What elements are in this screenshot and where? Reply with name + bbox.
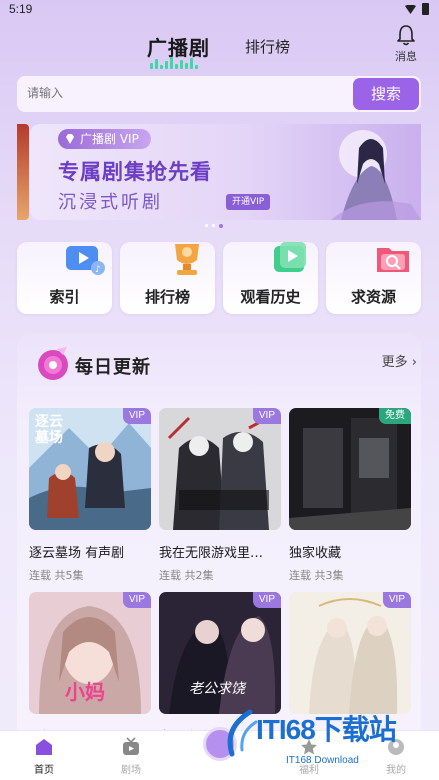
site-watermark: ITI68下载站 IT168 Download bbox=[214, 700, 439, 770]
cover-text: 逐云 墓场 bbox=[35, 414, 63, 446]
page-dot bbox=[205, 224, 208, 227]
video-icon: ♪ bbox=[66, 246, 105, 275]
watermark-subtext: IT168 Download bbox=[286, 755, 359, 766]
tab-rank[interactable]: 排行榜 bbox=[245, 36, 290, 57]
drama-cover: 免费 bbox=[289, 408, 411, 530]
status-time: 5:19 bbox=[9, 2, 33, 16]
quick-label: 观看历史 bbox=[240, 288, 301, 306]
vip-tag: VIP bbox=[382, 592, 411, 608]
cover-art bbox=[289, 408, 411, 530]
quick-label: 求资源 bbox=[350, 288, 396, 306]
nav-drama[interactable]: 剧场 bbox=[111, 737, 151, 776]
quick-entries: ♪ 索引 排行榜 观看历史 求资源 bbox=[17, 242, 421, 314]
status-bar: 5:19 bbox=[0, 0, 439, 20]
banner-slide[interactable]: 广播剧 VIP 专属剧集抢先看 沉浸式听剧 开通VIP bbox=[30, 124, 421, 220]
drama-card[interactable]: VIP bbox=[289, 592, 411, 714]
drama-title: 我在无限游戏里… bbox=[159, 546, 264, 561]
banner-page-dots bbox=[205, 223, 223, 228]
quick-item-history[interactable]: 观看历史 bbox=[223, 242, 318, 314]
banner-badge: 广播剧 VIP bbox=[58, 129, 151, 149]
drama-cover: 老公求饶 VIP bbox=[159, 592, 281, 714]
banner-carousel[interactable]: 广播剧 VIP 专属剧集抢先看 沉浸式听剧 开通VIP bbox=[17, 124, 421, 220]
quick-item-rank[interactable]: 排行榜 bbox=[120, 242, 215, 314]
more-label: 更多 bbox=[381, 355, 408, 370]
cover-art bbox=[289, 592, 411, 714]
tv-icon bbox=[123, 737, 139, 755]
nav-home[interactable]: 首页 bbox=[24, 737, 64, 776]
search-button[interactable]: 搜索 bbox=[353, 78, 419, 110]
vip-tag: VIP bbox=[122, 408, 151, 424]
top-header: 广播剧 排行榜 消息 bbox=[0, 24, 439, 69]
message-button[interactable]: 消息 bbox=[391, 24, 421, 64]
watermark-logo-icon bbox=[227, 709, 258, 757]
banner-subtitle: 沉浸式听剧 bbox=[58, 192, 163, 213]
message-label: 消息 bbox=[395, 50, 417, 63]
bell-icon bbox=[397, 25, 415, 46]
cover-art bbox=[159, 408, 281, 530]
quick-label: 排行榜 bbox=[144, 288, 190, 306]
chevron-right-icon: › bbox=[411, 355, 417, 370]
search-input[interactable] bbox=[27, 86, 327, 100]
section-title: 每日更新 bbox=[75, 357, 151, 378]
open-vip-button[interactable]: 开通VIP bbox=[226, 194, 271, 210]
more-link[interactable]: 更多 › bbox=[382, 351, 417, 370]
free-tag: 免费 bbox=[379, 408, 411, 424]
diamond-icon bbox=[66, 134, 74, 144]
quick-item-request[interactable]: 求资源 bbox=[326, 242, 421, 314]
svg-text:♪: ♪ bbox=[95, 265, 101, 275]
daily-update-icon bbox=[38, 347, 68, 380]
cover-text: 老公求饶 bbox=[189, 681, 245, 697]
quick-label: 索引 bbox=[49, 288, 80, 306]
drama-card[interactable]: 逐云 墓场 VIP 逐云墓场 有声剧 连载 共5集 bbox=[29, 408, 151, 583]
quick-item-index[interactable]: ♪ 索引 bbox=[17, 242, 112, 314]
nav-label: 剧场 bbox=[121, 765, 141, 776]
vip-tag: VIP bbox=[122, 592, 151, 608]
banner-illustration bbox=[331, 130, 421, 220]
search-bar: 搜索 bbox=[17, 76, 421, 112]
drama-title: 逐云墓场 有声剧 bbox=[29, 546, 125, 561]
drama-title: 独家收藏 bbox=[289, 546, 342, 561]
wifi-icon bbox=[405, 4, 416, 14]
drama-card[interactable]: 免费 独家收藏 连载 共3集 bbox=[289, 408, 411, 583]
drama-cover: 逐云 墓场 VIP bbox=[29, 408, 151, 530]
drama-card[interactable]: VIP 我在无限游戏里… 连载 共2集 bbox=[159, 408, 281, 583]
drama-cover: VIP bbox=[159, 408, 281, 530]
vip-tag: VIP bbox=[252, 592, 281, 608]
vip-tag: VIP bbox=[252, 408, 281, 424]
drama-meta: 连载 共5集 bbox=[29, 569, 84, 582]
banner-title: 专属剧集抢先看 bbox=[58, 160, 212, 184]
page-dot bbox=[212, 224, 215, 227]
search-folder-icon bbox=[377, 248, 409, 272]
cover-text: 小妈 bbox=[65, 680, 105, 704]
history-icon bbox=[274, 242, 306, 272]
drama-cover: 小妈 VIP bbox=[29, 592, 151, 714]
logo-wave-icon bbox=[150, 57, 198, 69]
battery-icon bbox=[422, 3, 429, 15]
watermark-text: ITI68下载站 bbox=[256, 714, 397, 745]
drama-cover: VIP bbox=[289, 592, 411, 714]
banner-badge-text: 广播剧 VIP bbox=[80, 132, 139, 146]
drama-card[interactable]: 小妈 VIP 小妈！ bbox=[29, 592, 151, 745]
trophy-icon bbox=[175, 244, 199, 275]
drama-meta: 连载 共2集 bbox=[159, 569, 214, 582]
nav-label: 首页 bbox=[34, 765, 54, 776]
home-icon bbox=[36, 739, 52, 755]
drama-meta: 连载 共3集 bbox=[289, 569, 344, 582]
banner-prev-slide bbox=[17, 124, 29, 220]
page-dot-active bbox=[219, 223, 223, 228]
status-icons bbox=[405, 3, 429, 15]
